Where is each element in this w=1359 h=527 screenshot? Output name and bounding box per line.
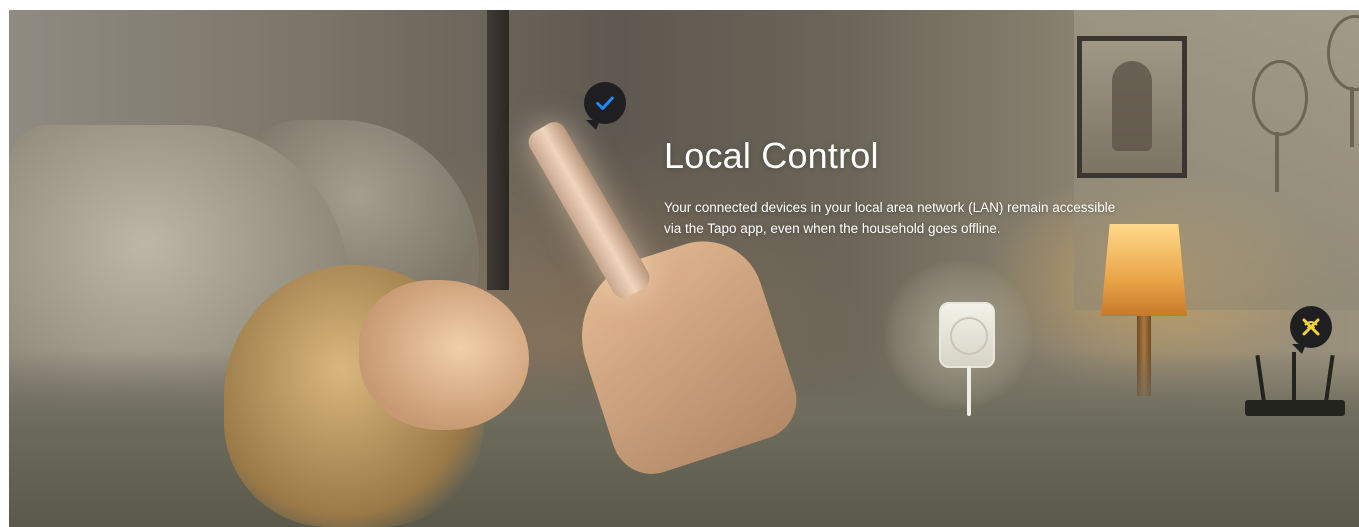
wall-racket <box>1252 60 1308 136</box>
hero-copy: Local Control Your connected devices in … <box>664 135 1124 239</box>
person-face <box>359 280 529 430</box>
disconnected-icon <box>1298 314 1324 340</box>
door-frame <box>487 10 509 290</box>
smart-plug <box>939 302 995 368</box>
hero-description: Your connected devices in your local are… <box>664 200 1116 236</box>
online-status-badge <box>584 82 626 130</box>
plug-button <box>950 317 988 355</box>
smartphone <box>524 117 654 303</box>
local-control-hero: Local Control Your connected devices in … <box>9 10 1359 527</box>
racket-handle <box>1350 87 1354 147</box>
racket-handle <box>1275 132 1279 192</box>
offline-status-badge <box>1290 306 1332 354</box>
checkmark-icon <box>592 90 618 116</box>
hero-title: Local Control <box>664 135 879 176</box>
router-antenna <box>1292 352 1296 404</box>
wifi-router <box>1245 400 1345 416</box>
plug-cord <box>967 366 971 416</box>
